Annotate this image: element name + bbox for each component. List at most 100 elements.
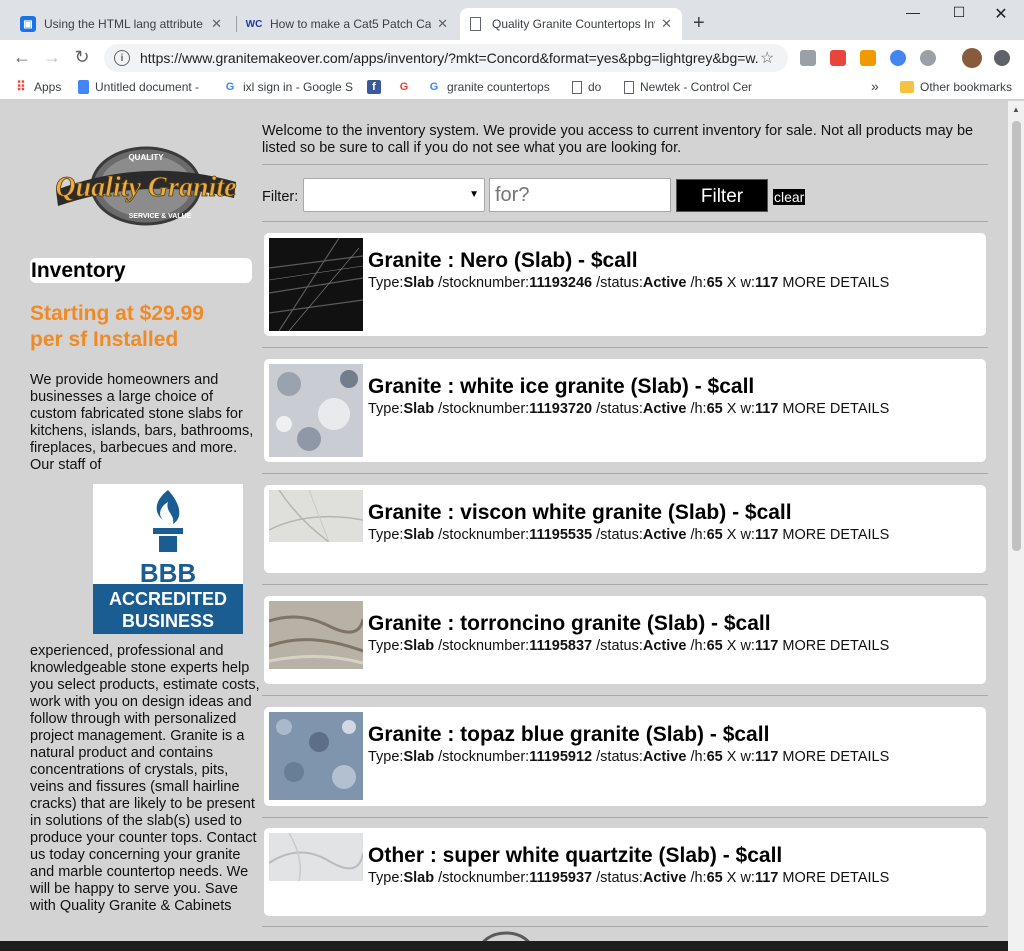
vertical-scrollbar[interactable]: ▲	[1008, 101, 1024, 951]
maximize-icon[interactable]: ☐	[936, 4, 982, 21]
welcome-text: Welcome to the inventory system. We prov…	[262, 123, 974, 156]
bookmark-newtek[interactable]: Newtek - Control Cer	[624, 80, 752, 94]
avatar[interactable]	[962, 48, 982, 68]
more-details-link[interactable]: MORE DETAILS	[778, 870, 889, 886]
extension-icon[interactable]	[890, 50, 906, 66]
inventory-item[interactable]: Granite : topaz blue granite (Slab) - $c…	[264, 707, 986, 806]
slab-thumbnail[interactable]	[269, 238, 363, 331]
more-details-link[interactable]: MORE DETAILS	[778, 749, 889, 765]
close-icon[interactable]: ✕	[661, 16, 672, 32]
globe-blue-icon: ▣	[20, 16, 36, 32]
bbb-banner: ACCREDITED BUSINESS	[93, 584, 243, 634]
inventory-item[interactable]: Granite : viscon white granite (Slab) - …	[264, 485, 986, 573]
slab-thumbnail[interactable]	[269, 712, 363, 800]
inventory-heading: Inventory	[30, 258, 252, 283]
slab-thumbnail[interactable]	[269, 601, 363, 669]
folder-icon	[900, 81, 914, 93]
forward-icon[interactable]: →	[40, 47, 64, 68]
divider	[262, 695, 988, 696]
clear-button[interactable]: clear	[773, 189, 806, 205]
logo-top-text: QUALITY	[128, 153, 164, 162]
slab-thumbnail[interactable]	[269, 490, 363, 542]
page-content: Quality Granite QUALITY SERVICE & VALUE …	[0, 101, 1008, 951]
item-title[interactable]: Granite : Nero (Slab) - $call	[368, 249, 638, 273]
back-icon[interactable]: ←	[10, 47, 34, 68]
bookmark-label: Untitled document -	[95, 80, 200, 94]
close-icon[interactable]: ✕	[211, 16, 222, 32]
star-icon[interactable]: ☆	[760, 48, 788, 68]
facebook-icon: f	[367, 80, 381, 94]
filter-label: Filter:	[262, 189, 299, 205]
filter-for-input[interactable]	[489, 178, 671, 212]
other-bookmarks[interactable]: Other bookmarks	[900, 80, 1012, 94]
more-details-link[interactable]: MORE DETAILS	[778, 401, 889, 417]
reload-icon[interactable]: ↻	[70, 47, 94, 68]
divider	[262, 926, 988, 927]
amp-icon[interactable]	[860, 50, 876, 66]
bookmark-ixl[interactable]: G ixl sign in - Google S	[223, 80, 353, 94]
close-window-icon[interactable]: ✕	[978, 4, 1024, 24]
divider	[262, 164, 988, 165]
item-title[interactable]: Granite : torroncino granite (Slab) - $c…	[368, 612, 771, 636]
inventory-item[interactable]: Other : super white quartzite (Slab) - $…	[264, 828, 986, 916]
divider	[262, 221, 988, 222]
bookmark-apps[interactable]: ⠿ Apps	[14, 79, 62, 94]
inventory-item[interactable]: Granite : white ice granite (Slab) - $ca…	[264, 359, 986, 462]
tab-cat5[interactable]: WC How to make a Cat5 Patch Cable ✕	[236, 8, 458, 40]
bookmark-label: Apps	[34, 80, 62, 94]
bookmark-label: granite countertops	[447, 80, 550, 94]
quality-granite-logo[interactable]: Quality Granite QUALITY SERVICE & VALUE	[48, 146, 244, 226]
bbb-accredited-badge[interactable]: BBB ACCREDITED BUSINESS	[93, 484, 243, 634]
bookmark-do[interactable]: do	[572, 80, 601, 94]
new-tab-button[interactable]: +	[693, 12, 705, 35]
page-icon	[624, 80, 634, 94]
bookmarks-overflow[interactable]: »	[871, 78, 879, 94]
item-meta: Type:Slab /stocknumber:11195837 /status:…	[368, 638, 890, 654]
extension-icon[interactable]	[920, 50, 936, 66]
docs-icon	[78, 80, 89, 94]
bookmark-facebook[interactable]: f	[367, 80, 387, 94]
dropdown-arrow-icon: ▼	[469, 189, 479, 200]
bookmark-label: Newtek - Control Cer	[640, 80, 753, 94]
bookmark-google[interactable]: G	[397, 80, 417, 94]
more-details-link[interactable]: MORE DETAILS	[778, 275, 889, 291]
page-icon	[470, 17, 481, 31]
item-title[interactable]: Granite : viscon white granite (Slab) - …	[368, 501, 792, 525]
tab-strip: ▣ Using the HTML lang attribute | T ✕ WC…	[0, 0, 1024, 40]
inventory-item[interactable]: Granite : Nero (Slab) - $call Type:Slab …	[264, 233, 986, 336]
slab-thumbnail[interactable]	[269, 833, 363, 881]
item-title[interactable]: Granite : topaz blue granite (Slab) - $c…	[368, 723, 769, 747]
info-icon[interactable]: i	[114, 50, 130, 66]
menu-icon[interactable]	[994, 50, 1010, 66]
item-title[interactable]: Granite : white ice granite (Slab) - $ca…	[368, 375, 754, 399]
slab-thumbnail[interactable]	[269, 364, 363, 457]
extension-icon[interactable]	[800, 50, 816, 66]
extension-icon[interactable]	[830, 50, 846, 66]
scroll-thumb[interactable]	[1012, 121, 1021, 551]
more-details-link[interactable]: MORE DETAILS	[778, 638, 889, 654]
google-icon: G	[399, 81, 409, 93]
bbb-accredited-label: ACCREDITED	[108, 589, 227, 609]
minimize-icon[interactable]: —	[890, 4, 936, 20]
tab-title: How to make a Cat5 Patch Cable	[270, 17, 432, 31]
inventory-item[interactable]: Granite : torroncino granite (Slab) - $c…	[264, 596, 986, 684]
apps-grid-icon: ⠿	[16, 79, 26, 94]
sidebar-description-2: experienced, professional and knowledgea…	[30, 643, 260, 914]
more-details-link[interactable]: MORE DETAILS	[778, 527, 889, 543]
close-icon[interactable]: ✕	[437, 16, 448, 32]
filter-button[interactable]: Filter	[676, 179, 768, 212]
tab-title: Quality Granite Countertops Inve	[492, 17, 656, 31]
logo-bottom-text: SERVICE & VALUE	[129, 213, 192, 220]
address-bar[interactable]: i https://www.granitemakeover.com/apps/i…	[104, 44, 788, 72]
google-icon: G	[225, 81, 235, 93]
bookmark-untitled-doc[interactable]: Untitled document -	[78, 80, 199, 94]
scroll-up-icon[interactable]: ▲	[1012, 105, 1020, 114]
tab-quality-granite[interactable]: Quality Granite Countertops Inve ✕	[460, 8, 682, 40]
tab-html-lang[interactable]: ▣ Using the HTML lang attribute | T ✕	[10, 8, 232, 40]
bbb-business-label: BUSINESS	[121, 611, 215, 631]
item-title[interactable]: Other : super white quartzite (Slab) - $…	[368, 844, 782, 868]
divider	[262, 347, 988, 348]
filter-select[interactable]: ▼	[303, 178, 485, 212]
bookmark-granite-countertops[interactable]: G granite countertops	[427, 80, 550, 94]
bookmark-label: ixl sign in - Google S	[243, 80, 354, 94]
